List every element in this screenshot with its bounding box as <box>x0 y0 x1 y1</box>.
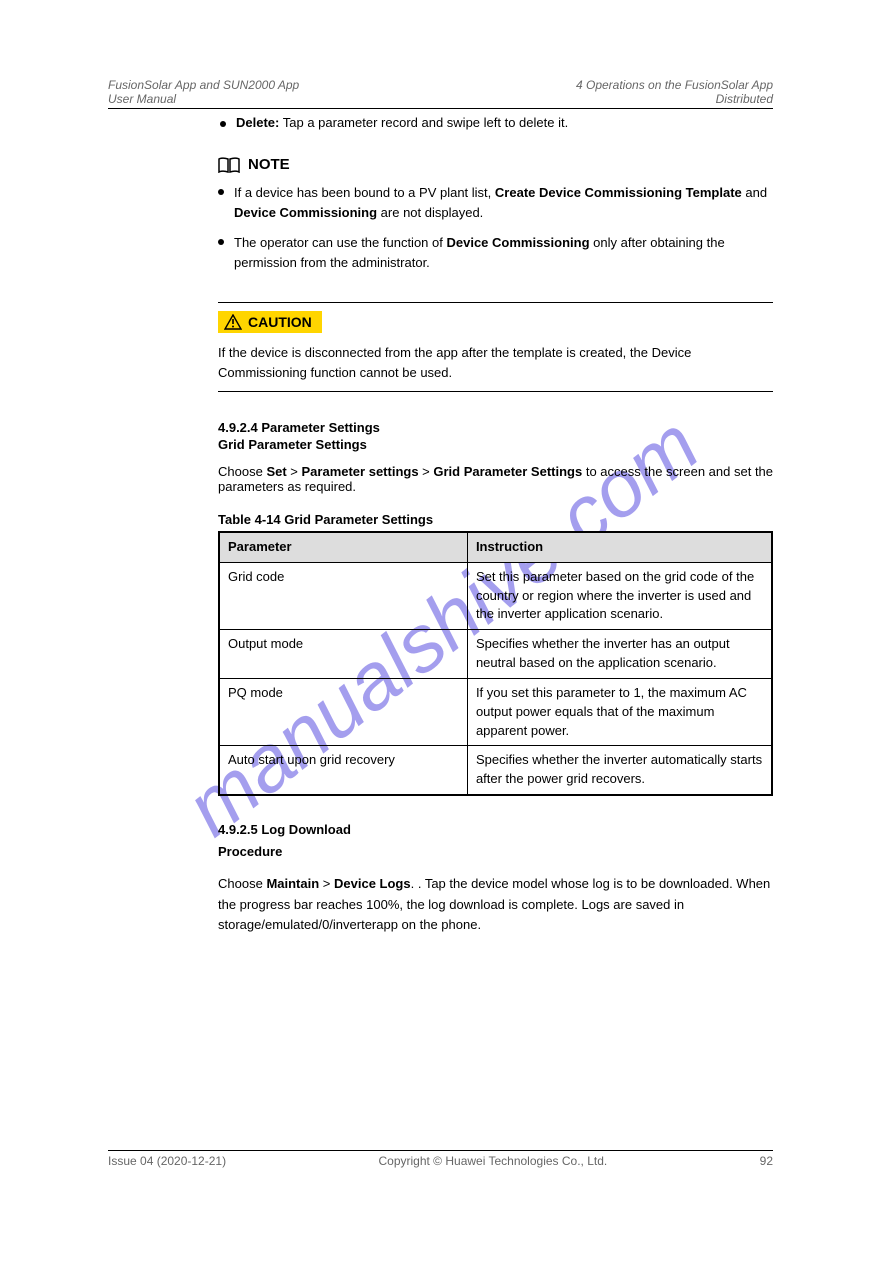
table-row: PQ mode If you set this parameter to 1, … <box>220 678 771 746</box>
footer-issue: Issue 04 (2020-12-21) <box>108 1154 226 1168</box>
bullet-icon <box>218 239 224 245</box>
note-item-2: The operator can use the function of Dev… <box>218 233 773 273</box>
sec4-desc-b2: Parameter settings <box>302 464 419 479</box>
note2-b: Device Commissioning <box>446 235 589 250</box>
note1-b2: Device Commissioning <box>234 205 377 220</box>
table-row: Grid code Set this parameter based on th… <box>220 562 771 630</box>
header-section-no: 4 Operations on the FusionSolar App <box>576 78 773 92</box>
note-block: NOTE If a device has been bound to a PV … <box>218 156 773 274</box>
note1-prefix: If a device has been bound to a PV plant… <box>234 185 491 200</box>
caution-badge: CAUTION <box>218 311 322 333</box>
caution-rule-top <box>218 302 773 303</box>
cell-param: Grid code <box>220 563 468 630</box>
delete-text: Tap a parameter record and swipe left to… <box>283 115 568 130</box>
warning-icon <box>224 314 242 330</box>
delete-bullet: Delete: Tap a parameter record and swipe… <box>220 115 773 130</box>
section-4924: 4.9.2.4 Parameter Settings Grid Paramete… <box>218 420 773 494</box>
cell-param: Auto start upon grid recovery <box>220 746 468 794</box>
note-label: NOTE <box>218 156 773 173</box>
note-heading: NOTE <box>248 156 290 173</box>
page-footer: Issue 04 (2020-12-21) Copyright © Huawei… <box>108 1150 773 1168</box>
header-rule <box>108 108 773 109</box>
caution-block: CAUTION <box>218 302 773 335</box>
page-header: FusionSolar App and SUN2000 App User Man… <box>108 78 773 109</box>
note2-prefix: The operator can use the function of <box>234 235 443 250</box>
cell-instruction: Specifies whether the inverter has an ou… <box>468 630 771 678</box>
table-row: Output mode Specifies whether the invert… <box>220 629 771 678</box>
col-header-instruction: Instruction <box>468 533 771 562</box>
cell-instruction: If you set this parameter to 1, the maxi… <box>468 679 771 746</box>
note-item-1: If a device has been bound to a PV plant… <box>218 183 773 223</box>
sec4-desc-prefix: Choose <box>218 464 263 479</box>
sec4-desc-b1: Set <box>266 464 286 479</box>
content: Delete: Tap a parameter record and swipe… <box>108 115 773 935</box>
table-caption: Table 4-14 Grid Parameter Settings <box>218 512 773 527</box>
sec4-sub: Grid Parameter Settings <box>218 437 773 452</box>
sec5-b2: Device Logs <box>334 876 411 891</box>
sec5-title: 4.9.2.5 Log Download <box>218 820 773 840</box>
sec5-sub: Procedure <box>218 842 773 862</box>
note1-suffix: are not displayed. <box>381 205 484 220</box>
col-header-parameter: Parameter <box>220 533 468 562</box>
note1-b1: Create Device Commissioning Template <box>495 185 742 200</box>
sec4-desc-b3: Grid Parameter Settings <box>433 464 582 479</box>
sec5-b1: Maintain <box>266 876 319 891</box>
header-doc: User Manual <box>108 92 176 106</box>
delete-label: Delete: <box>236 115 279 130</box>
bullet-icon <box>218 189 224 195</box>
book-icon <box>218 157 240 173</box>
sec4-desc: Choose Set > Parameter settings > Grid P… <box>218 464 773 494</box>
header-right: 4 Operations on the FusionSolar App Dist… <box>576 78 773 106</box>
table-header-row: Parameter Instruction <box>220 533 771 562</box>
footer-page: 92 <box>760 1154 773 1168</box>
cell-param: Output mode <box>220 630 468 678</box>
section-4925: 4.9.2.5 Log Download Procedure Choose Ma… <box>218 820 773 935</box>
note1-mid: and <box>745 185 767 200</box>
caution-label: CAUTION <box>248 314 312 330</box>
header-product: FusionSolar App and SUN2000 App <box>108 78 299 92</box>
table-row: Auto start upon grid recovery Specifies … <box>220 745 771 794</box>
grid-parameters-table: Parameter Instruction Grid code Set this… <box>218 531 773 796</box>
header-left: FusionSolar App and SUN2000 App User Man… <box>108 78 299 106</box>
sec4-title: 4.9.2.4 Parameter Settings <box>218 420 773 435</box>
sec5-prefix: Choose <box>218 876 263 891</box>
footer-copyright: Copyright © Huawei Technologies Co., Ltd… <box>378 1154 607 1168</box>
cell-param: PQ mode <box>220 679 468 746</box>
caution-text: If the device is disconnected from the a… <box>218 343 773 383</box>
bullet-icon <box>220 121 226 127</box>
header-section-label: Distributed <box>716 92 773 106</box>
caution-rule-bottom <box>218 391 773 392</box>
cell-instruction: Specifies whether the inverter automatic… <box>468 746 771 794</box>
page: manualshive.com FusionSolar App and SUN2… <box>0 0 893 1263</box>
cell-instruction: Set this parameter based on the grid cod… <box>468 563 771 630</box>
